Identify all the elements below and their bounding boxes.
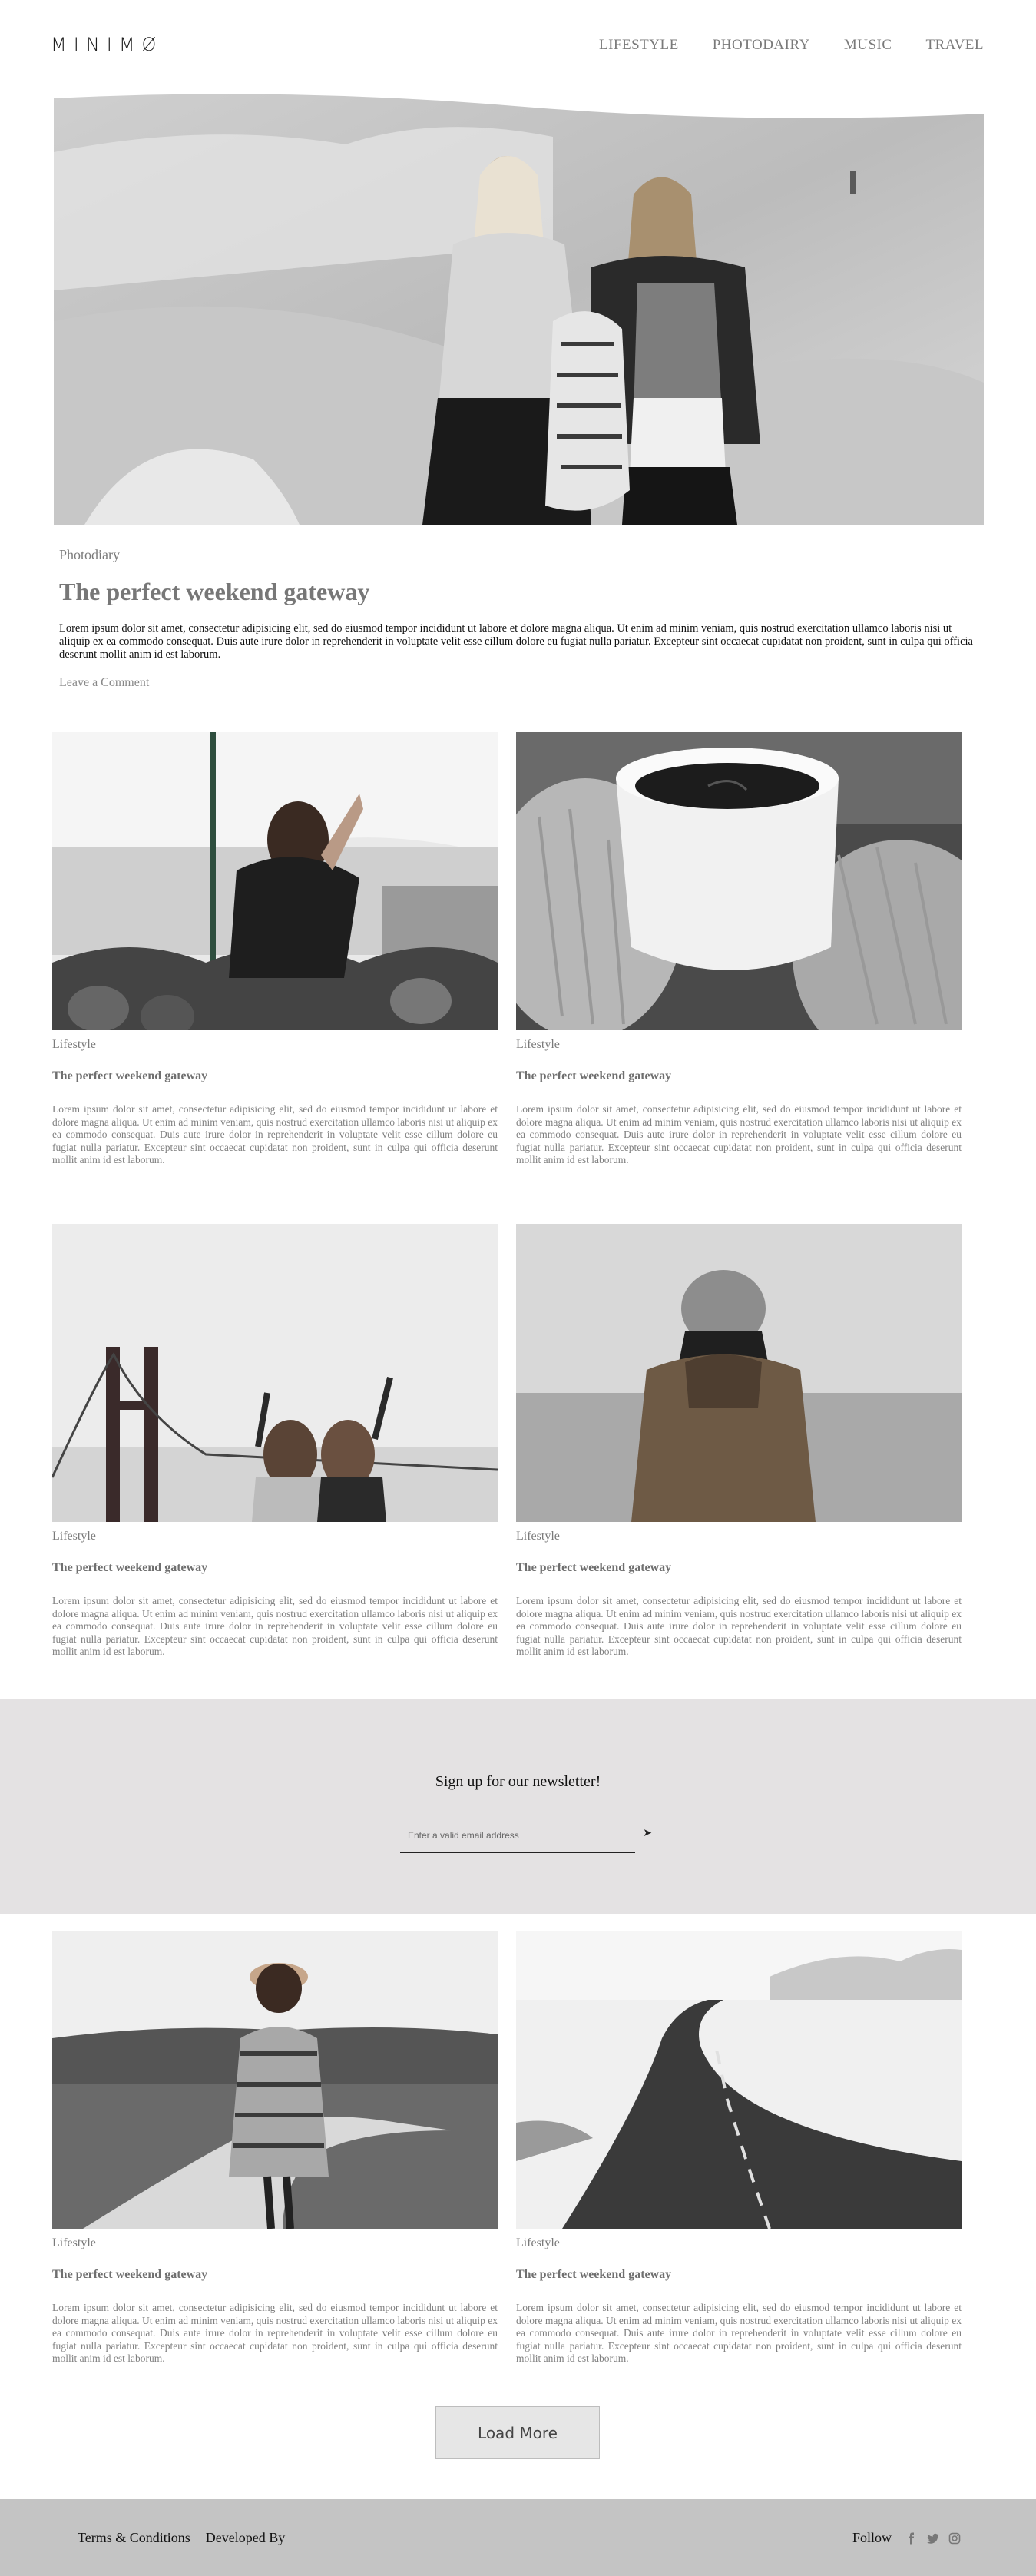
post-card: Lifestyle The perfect weekend gateway Lo… [516,732,962,1167]
post-excerpt: Lorem ipsum dolor sit amet, consectetur … [516,1103,962,1165]
site-header: MINIMØ LIFESTYLE PHOTODAIRY MUSIC TRAVEL [0,0,1036,92]
nav-link-travel[interactable]: TRAVEL [926,37,984,54]
newsletter-section: Sign up for our newsletter! ➤ [0,1699,1036,1914]
post-title[interactable]: The perfect weekend gateway [52,1069,498,1083]
post-excerpt: Lorem ipsum dolor sit amet, consectetur … [516,1595,962,1657]
post-title[interactable]: The perfect weekend gateway [52,1561,498,1575]
featured-excerpt: Lorem ipsum dolor sit amet, consectetur … [59,622,973,661]
newsletter-form: ➤ [400,1821,652,1853]
post-category[interactable]: Lifestyle [52,1530,498,1543]
post-card: Lifestyle The perfect weekend gateway Lo… [52,732,498,1167]
follow-label: Follow [852,2530,892,2545]
post-category[interactable]: Lifestyle [52,2236,498,2250]
post-category[interactable]: Lifestyle [52,1038,498,1052]
post-title[interactable]: The perfect weekend gateway [52,2268,498,2282]
featured-category[interactable]: Photodiary [59,547,120,563]
featured-title[interactable]: The perfect weekend gateway [59,578,369,606]
nav-link-music[interactable]: MUSIC [844,37,892,54]
main-nav: LIFESTYLE PHOTODAIRY MUSIC TRAVEL [599,37,984,54]
twitter-icon[interactable] [927,2532,939,2545]
post-image[interactable] [52,1931,498,2229]
newsletter-title: Sign up for our newsletter! [435,1773,601,1790]
leave-comment-link[interactable]: Leave a Comment [59,676,149,690]
post-excerpt: Lorem ipsum dolor sit amet, consectetur … [52,2302,498,2364]
post-category[interactable]: Lifestyle [516,1038,962,1052]
post-image[interactable] [52,732,498,1030]
post-title[interactable]: The perfect weekend gateway [516,2268,962,2282]
post-title[interactable]: The perfect weekend gateway [516,1561,962,1575]
post-image[interactable] [52,1224,498,1522]
post-card: Lifestyle The perfect weekend gateway Lo… [52,1931,498,2365]
post-excerpt: Lorem ipsum dolor sit amet, consectetur … [52,1103,498,1165]
site-footer: Terms & Conditions Developed By Follow [0,2499,1036,2576]
post-title[interactable]: The perfect weekend gateway [516,1069,962,1083]
facebook-icon[interactable] [905,2532,918,2545]
post-card: Lifestyle The perfect weekend gateway Lo… [516,1931,962,2365]
footer-links: Terms & Conditions Developed By [78,2530,285,2546]
post-category[interactable]: Lifestyle [516,2236,962,2250]
load-more-button[interactable]: Load More [435,2406,600,2459]
site-logo[interactable]: MINIMØ [51,34,163,55]
nav-link-photodairy[interactable]: PHOTODAIRY [713,37,810,54]
footer-social: Follow [852,2530,961,2546]
post-category[interactable]: Lifestyle [516,1530,962,1543]
post-card: Lifestyle The perfect weekend gateway Lo… [52,1224,498,1659]
instagram-icon[interactable] [948,2532,961,2545]
post-excerpt: Lorem ipsum dolor sit amet, consectetur … [516,2302,962,2364]
send-arrow-icon[interactable]: ➤ [643,1827,652,1840]
terms-link[interactable]: Terms & Conditions [78,2530,190,2546]
post-image[interactable] [516,1931,962,2229]
post-card: Lifestyle The perfect weekend gateway Lo… [516,1224,962,1659]
post-image[interactable] [516,732,962,1030]
nav-link-lifestyle[interactable]: LIFESTYLE [599,37,679,54]
post-excerpt: Lorem ipsum dolor sit amet, consectetur … [52,1595,498,1657]
post-image[interactable] [516,1224,962,1522]
featured-image[interactable] [54,91,984,525]
developed-by-link[interactable]: Developed By [206,2530,285,2546]
email-input[interactable] [408,1830,600,1841]
